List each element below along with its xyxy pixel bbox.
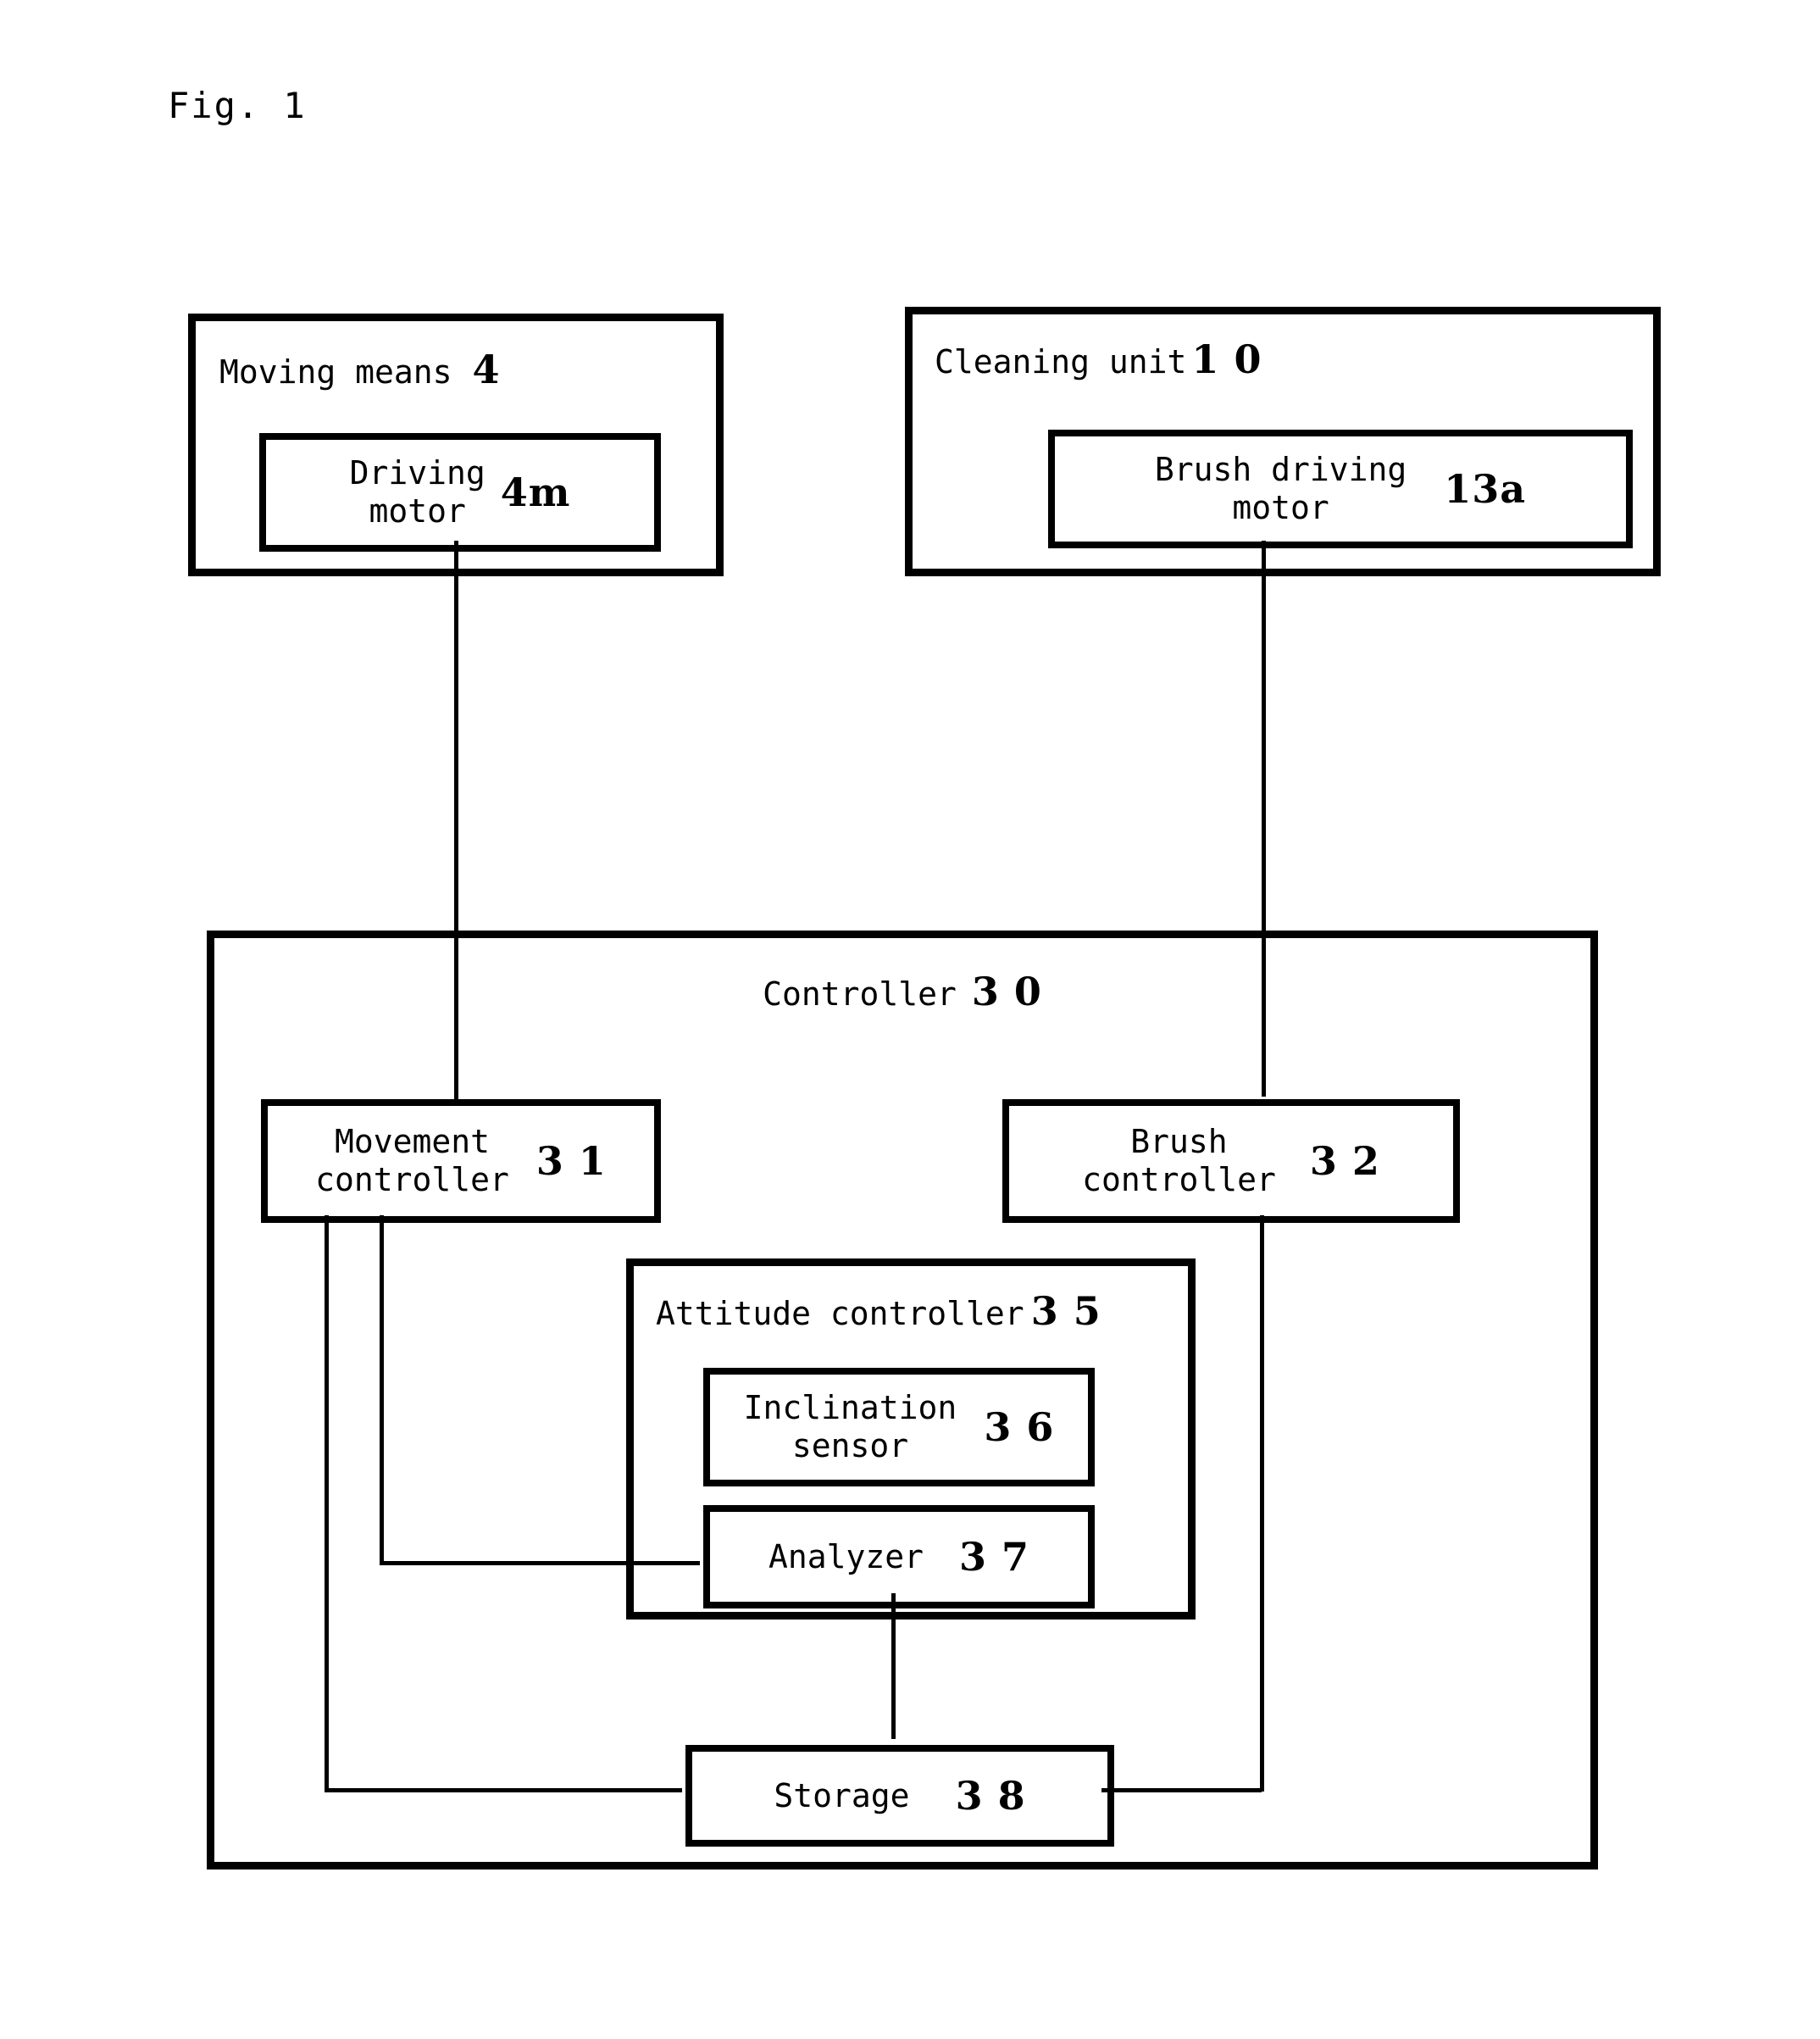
connector-movement-controller-to-storage-horizontal <box>325 1788 682 1792</box>
cleaning-unit-title-row: Cleaning unit 1 0 <box>935 340 1262 379</box>
driving-motor-content: Driving motor 4m <box>341 454 580 531</box>
inclination-sensor-content: Inclination sensor 3 6 <box>735 1389 1063 1465</box>
figure-label: Fig. 1 <box>168 85 307 126</box>
movement-controller-ref: 3 1 <box>535 1138 607 1184</box>
controller-block: Controller 3 0 Movement controller 3 1 Bru… <box>207 931 1598 1870</box>
analyzer-content: Analyzer 3 7 <box>760 1534 1038 1580</box>
storage-content: Storage 3 8 <box>765 1773 1034 1819</box>
cleaning-unit-title: Cleaning unit <box>935 343 1187 381</box>
controller-ref: 3 0 <box>971 969 1042 1014</box>
attitude-controller-ref: 3 5 <box>1030 1288 1101 1334</box>
controller-title-row: Controller 3 0 <box>214 969 1590 1014</box>
brush-controller-block: Brush controller 3 2 <box>1002 1099 1460 1223</box>
connector-driving-motor-to-movement-controller <box>454 541 458 1102</box>
inclination-sensor-label: Inclination sensor <box>743 1389 957 1464</box>
driving-motor-label: Driving motor <box>349 454 486 530</box>
connector-brush-controller-to-storage-vertical <box>1260 1215 1264 1792</box>
moving-means-ref: 4 <box>472 347 501 392</box>
movement-controller-label: Movement controller <box>315 1123 509 1198</box>
figure-canvas: Fig. 1 Moving means 4 Driving motor 4m Cle… <box>0 0 1820 2039</box>
connector-movement-controller-to-storage-vertical <box>325 1215 329 1792</box>
connector-movement-controller-to-analyzer-horizontal <box>380 1561 700 1565</box>
connector-brush-controller-to-storage-horizontal <box>1101 1788 1262 1792</box>
brush-driving-motor-content: Brush driving motor 13a <box>1146 451 1534 527</box>
cleaning-unit-block: Cleaning unit 1 0 Brush driving motor 13a <box>905 307 1661 576</box>
brush-controller-content: Brush controller 3 2 <box>1074 1123 1389 1199</box>
storage-ref: 3 8 <box>955 1773 1026 1819</box>
brush-controller-ref: 3 2 <box>1309 1138 1380 1184</box>
connector-brush-motor-to-brush-controller <box>1262 541 1266 1097</box>
connector-analyzer-to-storage <box>891 1593 896 1739</box>
analyzer-label: Analyzer <box>768 1537 924 1575</box>
moving-means-title: Moving means <box>219 353 452 391</box>
cleaning-unit-ref: 1 0 <box>1191 336 1262 382</box>
movement-controller-block: Movement controller 3 1 <box>261 1099 661 1223</box>
movement-controller-content: Movement controller 3 1 <box>307 1123 615 1199</box>
brush-controller-label: Brush controller <box>1082 1123 1276 1198</box>
brush-driving-motor-label: Brush driving motor <box>1154 451 1407 526</box>
driving-motor-ref: 4m <box>500 469 571 515</box>
connector-movement-controller-to-analyzer-vertical <box>380 1215 384 1564</box>
brush-driving-motor-ref: 13a <box>1444 466 1527 512</box>
moving-means-title-row: Moving means 4 <box>219 350 501 389</box>
analyzer-ref: 3 7 <box>959 1534 1030 1580</box>
attitude-controller-title-row: Attitude controller 3 5 <box>656 1292 1101 1331</box>
storage-label: Storage <box>774 1776 910 1814</box>
controller-title: Controller <box>763 975 957 1013</box>
attitude-controller-title: Attitude controller <box>656 1295 1024 1332</box>
brush-driving-motor-block: Brush driving motor 13a <box>1048 430 1633 548</box>
inclination-sensor-ref: 3 6 <box>984 1404 1055 1450</box>
attitude-controller-block: Attitude controller 3 5 Inclination sensor… <box>626 1258 1196 1620</box>
moving-means-block: Moving means 4 Driving motor 4m <box>188 314 724 576</box>
analyzer-block: Analyzer 3 7 <box>703 1505 1095 1608</box>
storage-block: Storage 3 8 <box>685 1745 1114 1847</box>
inclination-sensor-block: Inclination sensor 3 6 <box>703 1368 1095 1486</box>
driving-motor-block: Driving motor 4m <box>259 433 661 552</box>
